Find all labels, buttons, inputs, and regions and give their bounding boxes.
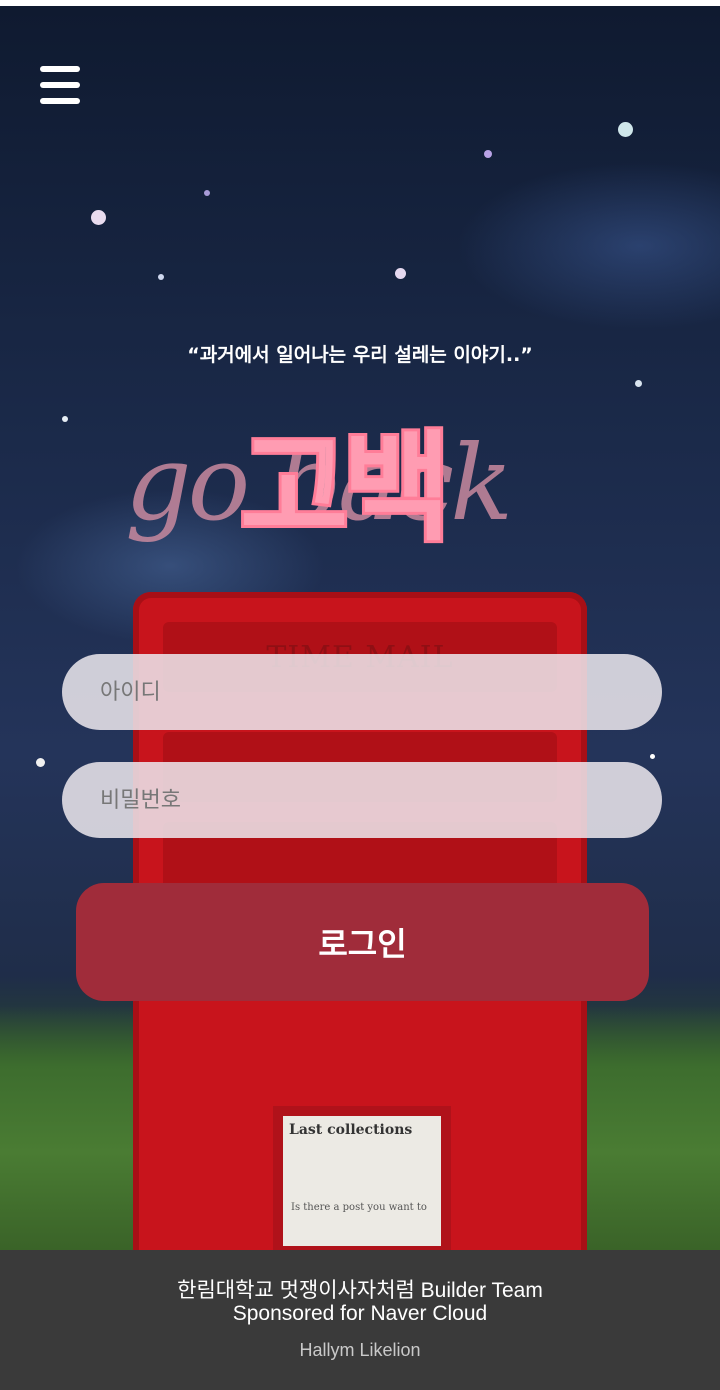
login-button[interactable]: 로그인 xyxy=(76,883,649,1001)
collection-notice: Last collections Is there a post you wan… xyxy=(273,1106,451,1250)
star-decoration xyxy=(650,754,655,759)
notice-line: Is there a post you want to xyxy=(291,1202,427,1213)
star-decoration xyxy=(635,380,642,387)
tagline: “과거에서 일어나는 우리 설레는 이야기..” xyxy=(187,344,533,366)
logo-korean-glow: 고백 xyxy=(240,419,445,557)
star-decoration xyxy=(158,274,164,280)
footer-team: 한림대학교 멋쟁이사자처럼 Builder Team xyxy=(177,1279,543,1302)
star-decoration xyxy=(484,150,492,158)
hamburger-menu-icon[interactable] xyxy=(40,66,80,106)
star-decoration xyxy=(618,122,633,137)
star-decoration xyxy=(91,210,106,225)
footer-org: Hallym Likelion xyxy=(299,1340,421,1360)
star-decoration xyxy=(36,758,45,767)
username-input[interactable] xyxy=(62,654,662,730)
star-decoration xyxy=(204,190,210,196)
goback-logo: go back 고백 고백 xyxy=(125,416,513,560)
hero-background: TIME MAIL Last collections Is there a po… xyxy=(0,6,720,1250)
star-decoration xyxy=(62,416,68,422)
star-decoration xyxy=(395,268,406,279)
footer-sponsor: Sponsored for Naver Cloud xyxy=(232,1302,488,1325)
notice-title: Last collections xyxy=(289,1122,413,1138)
footer: 한림대학교 멋쟁이사자처럼 Builder Team Sponsored for… xyxy=(0,1250,720,1390)
password-input[interactable] xyxy=(62,762,662,838)
